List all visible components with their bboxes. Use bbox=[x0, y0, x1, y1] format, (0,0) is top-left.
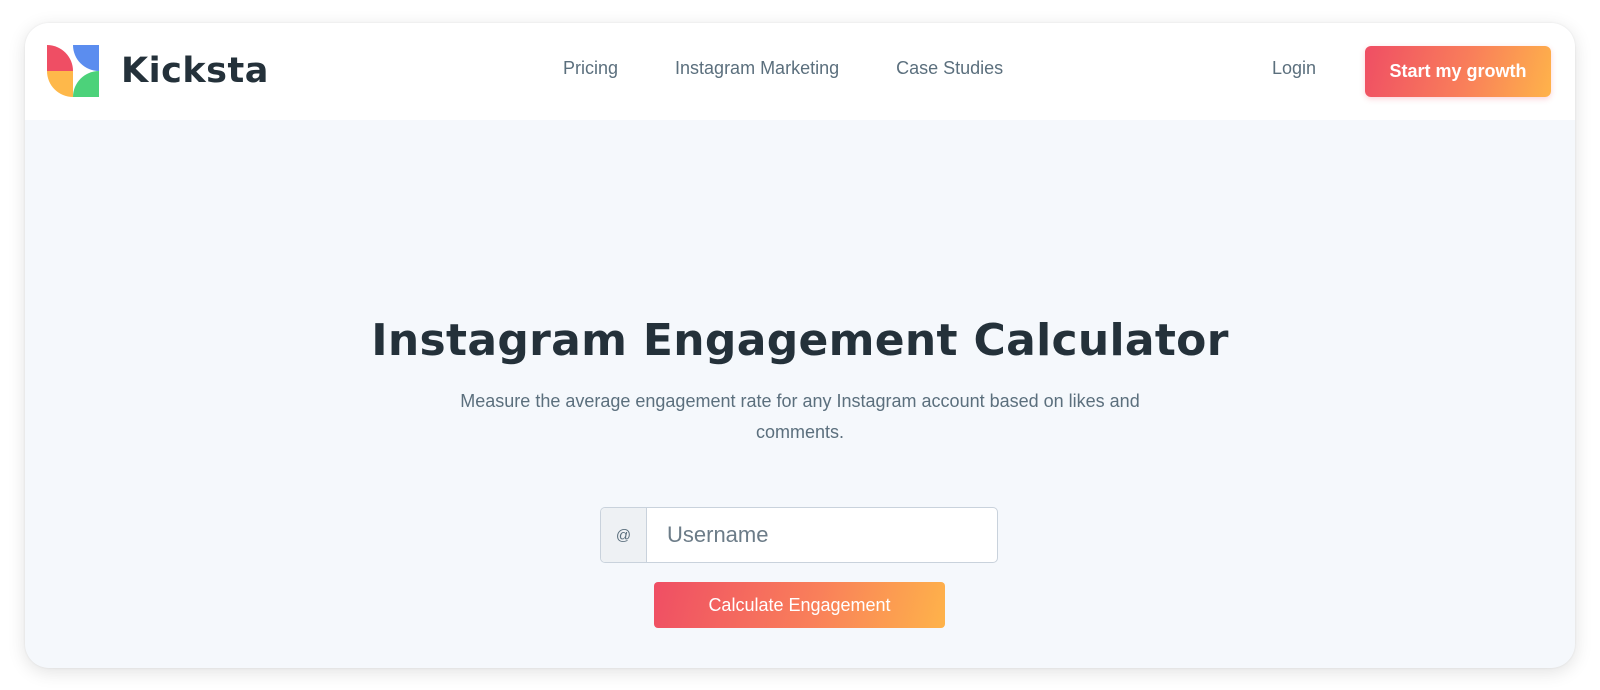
brand-name: Kicksta bbox=[121, 51, 269, 91]
kicksta-logo-icon bbox=[47, 45, 99, 97]
nav-link-pricing[interactable]: Pricing bbox=[563, 58, 618, 79]
page-title: Instagram Engagement Calculator bbox=[371, 315, 1229, 366]
top-navbar: Kicksta Pricing Instagram Marketing Case… bbox=[25, 23, 1575, 120]
login-link[interactable]: Login bbox=[1272, 23, 1316, 113]
username-input-group: @ bbox=[600, 507, 998, 563]
main-nav: Pricing Instagram Marketing Case Studies bbox=[563, 23, 1060, 113]
nav-link-case-studies[interactable]: Case Studies bbox=[896, 58, 1003, 79]
page-subtitle: Measure the average engagement rate for … bbox=[460, 391, 1140, 442]
nav-link-instagram-marketing[interactable]: Instagram Marketing bbox=[675, 58, 839, 79]
username-input[interactable] bbox=[647, 508, 997, 562]
hero-section: Instagram Engagement Calculator Measure … bbox=[25, 120, 1575, 668]
browser-window: Kicksta Pricing Instagram Marketing Case… bbox=[25, 23, 1575, 668]
start-growth-button[interactable]: Start my growth bbox=[1365, 46, 1551, 97]
brand-logo[interactable]: Kicksta bbox=[47, 45, 269, 97]
at-sign-prefix: @ bbox=[601, 508, 647, 562]
calculate-engagement-button[interactable]: Calculate Engagement bbox=[654, 582, 945, 628]
